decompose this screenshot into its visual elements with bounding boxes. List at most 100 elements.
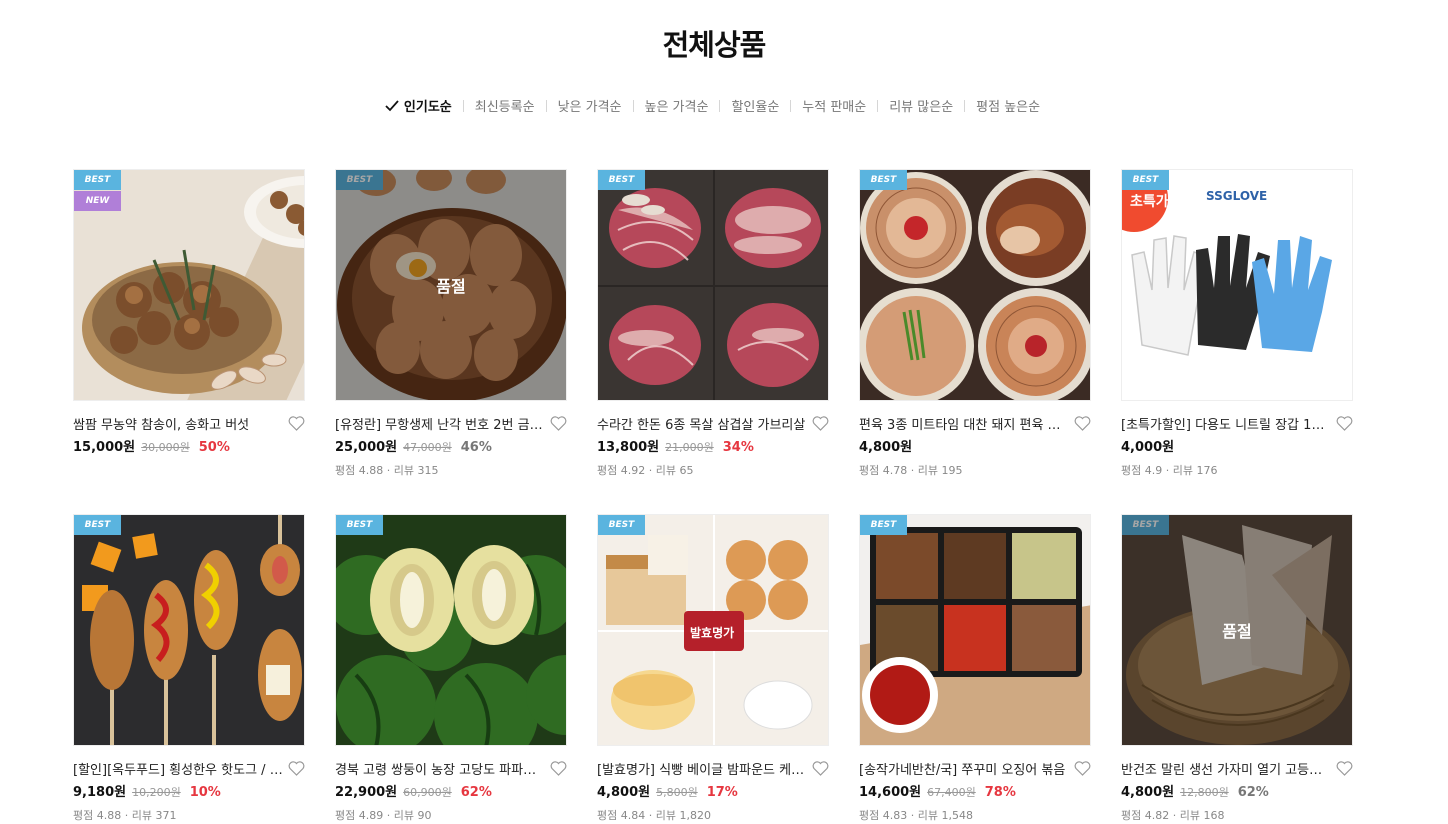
product-name-row: 수라간 한돈 6종 목살 삼겹살 가브리살 [597,414,829,433]
price-row: 25,000원 47,000원 46% [335,436,567,455]
rating-review: 평점 4.78 · 리뷰 195 [859,464,963,477]
product-card[interactable]: 초특가 SSGLOVE BEST [초특가할인] 다용도 니트릴 장갑 100매 4… [1121,169,1353,478]
product-card[interactable]: BEST 수라간 한돈 6종 목살 삼겹살 가브리살 13,800원 21,000원 3… [597,169,829,478]
best-badge: BEST [598,170,645,190]
heart-icon[interactable] [1074,415,1091,431]
product-image[interactable]: BEST [859,169,1091,401]
best-badge: BEST [336,515,383,535]
product-name[interactable]: [송작가네반찬/국] 쭈꾸미 오징어 볶음 [859,759,1070,778]
product-name-row: 편육 3종 미트타임 대찬 돼지 편육 세트 [859,414,1091,433]
product-name[interactable]: [발효명가] 식빵 베이글 밤파운드 케이크 [597,759,808,778]
sort-option-label: 리뷰 많은순 [889,100,954,115]
discount-rate: 17% [706,785,738,800]
price-row: 4,800원 5,800원 17% [597,781,829,800]
sort-option[interactable]: 누적 판매순 [802,96,866,115]
heart-icon[interactable] [550,760,567,776]
promo-label: 초특가 [1130,194,1169,210]
product-image[interactable]: 발효명가 BEST [597,514,829,746]
sort-option-label: 낮은 가격순 [557,100,622,115]
product-card[interactable]: BEST 편육 3종 미트타임 대찬 돼지 편육 세트 4,800원평점 4.78 … [859,169,1091,478]
heart-icon[interactable] [288,760,305,776]
heart-icon[interactable] [812,760,829,776]
soldout-overlay: 품절 [336,170,566,400]
original-price: 30,000원 [141,441,190,454]
sort-option[interactable]: 높은 가격순 [645,96,709,115]
product-card[interactable]: BEST 품절반건조 말린 생선 가자미 열기 고등어 세트 4,800원 12,80… [1121,514,1353,823]
bread-logo-label: 발효명가 [690,625,734,640]
sort-option[interactable]: 리뷰 많은순 [889,96,953,115]
product-image[interactable]: BEST [73,514,305,746]
product-name[interactable]: 반건조 말린 생선 가자미 열기 고등어 세트 [1121,759,1332,778]
rating-review: 평점 4.84 · 리뷰 1,820 [597,809,711,822]
heart-icon[interactable] [550,415,567,431]
best-badge: BEST [860,170,907,190]
original-price: 60,900원 [403,786,452,799]
product-name[interactable]: 수라간 한돈 6종 목살 삼겹살 가브리살 [597,414,808,433]
heart-icon[interactable] [812,415,829,431]
heart-icon[interactable] [1074,760,1091,776]
product-photo [336,515,566,745]
soldout-overlay: 품절 [1122,515,1352,745]
discount-rate: 62% [1237,785,1269,800]
product-image[interactable]: BEST NEW [73,169,305,401]
rating-review: 평점 4.88 · 리뷰 371 [73,809,177,822]
product-name-row: [유정란] 무항생제 난각 번호 2번 금계란 [335,414,567,433]
sale-price: 22,900원 [335,785,398,800]
heart-icon[interactable] [288,415,305,431]
product-name-row: [송작가네반찬/국] 쭈꾸미 오징어 볶음 [859,759,1091,778]
sale-price: 4,800원 [859,440,913,455]
product-card[interactable]: BEST 경북 고령 쌍둥이 농장 고당도 파파야 멜론 22,900원 60,900… [335,514,567,823]
sale-price: 15,000원 [73,440,136,455]
product-name-row: [초특가할인] 다용도 니트릴 장갑 100매 [1121,414,1353,433]
sale-price: 9,180원 [73,785,127,800]
product-image[interactable]: BEST 품절 [335,169,567,401]
heart-icon[interactable] [1336,415,1353,431]
product-card[interactable]: BEST 품절 [유정란] 무항생제 난각 번호 2번 금계란 25,000원 47,0… [335,169,567,478]
sort-option-label: 최신등록순 [474,100,535,115]
product-card[interactable]: 발효명가 BEST [발효명가] 식빵 베이글 밤파운드 케이크 4,800원 5,8… [597,514,829,823]
product-card[interactable]: BEST [송작가네반찬/국] 쭈꾸미 오징어 볶음 14,600원 67,400원 7… [859,514,1091,823]
sort-divider [545,99,547,112]
best-badge: BEST [74,170,121,190]
product-photo [74,515,304,745]
original-price: 12,800원 [1180,786,1229,799]
product-photo [598,170,828,400]
rating-review: 평점 4.92 · 리뷰 65 [597,464,694,477]
sort-option-label: 누적 판매순 [802,100,867,115]
sort-option-label: 높은 가격순 [644,100,709,115]
heart-icon[interactable] [1336,760,1353,776]
product-name[interactable]: [초특가할인] 다용도 니트릴 장갑 100매 [1121,414,1332,433]
product-name[interactable]: 편육 3종 미트타임 대찬 돼지 편육 세트 [859,414,1070,433]
sort-option[interactable]: 최신등록순 [475,96,535,115]
product-image[interactable]: BEST [859,514,1091,746]
sort-option[interactable]: 할인율순 [731,96,779,115]
sale-price: 4,800원 [1121,785,1175,800]
original-price: 10,200원 [132,786,181,799]
sort-option[interactable]: 평점 높은순 [976,96,1040,115]
sort-option-label: 할인율순 [731,100,780,115]
product-card[interactable]: BEST [할인][옥두푸드] 횡성한우 핫도그 / 치즈 9,180원 10,200… [73,514,305,823]
rating-review: 평점 4.89 · 리뷰 90 [335,809,432,822]
product-image[interactable]: BEST [597,169,829,401]
product-name[interactable]: [할인][옥두푸드] 횡성한우 핫도그 / 치즈 [73,759,284,778]
product-name[interactable]: [유정란] 무항생제 난각 번호 2번 금계란 [335,414,546,433]
sort-option-label: 인기도순 [403,100,452,115]
discount-rate: 50% [198,440,230,455]
sort-option[interactable]: 인기도순 [384,96,452,115]
rating-review: 평점 4.9 · 리뷰 176 [1121,464,1218,477]
product-image[interactable]: BEST [335,514,567,746]
product-name-row: 반건조 말린 생선 가자미 열기 고등어 세트 [1121,759,1353,778]
discount-rate: 34% [722,440,754,455]
product-image[interactable]: BEST 품절 [1121,514,1353,746]
original-price: 67,400원 [927,786,976,799]
sort-option[interactable]: 낮은 가격순 [558,96,622,115]
sort-divider [790,99,792,112]
product-card[interactable]: BEST NEW 쌈팜 무농약 참송이, 송화고 버섯 15,000원 30,000원 5… [73,169,305,455]
product-image[interactable]: 초특가 SSGLOVE BEST [1121,169,1353,401]
product-name[interactable]: 경북 고령 쌍둥이 농장 고당도 파파야 멜론 [335,759,546,778]
product-name[interactable]: 쌈팜 무농약 참송이, 송화고 버섯 [73,414,284,433]
sale-price: 14,600원 [859,785,922,800]
sort-option-label: 평점 높은순 [976,100,1041,115]
price-row: 4,000원 [1121,436,1353,455]
product-photo: 초특가 SSGLOVE [1122,170,1352,400]
